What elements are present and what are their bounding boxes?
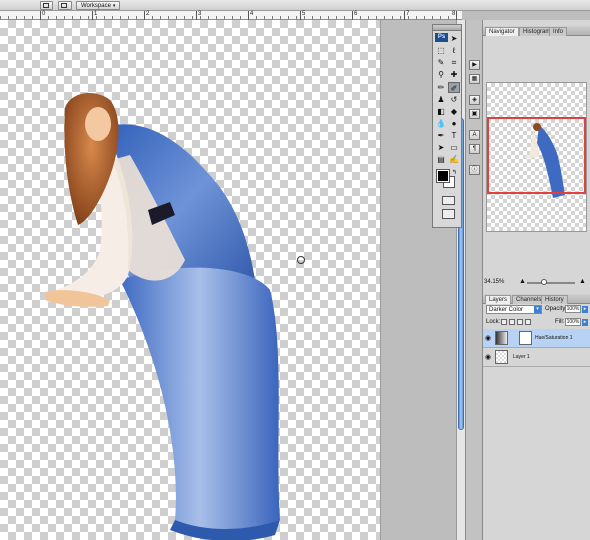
mode-button[interactable] — [58, 1, 72, 10]
brush-tool-icon[interactable]: ✐ — [448, 82, 460, 93]
tab-layers[interactable]: Layers — [485, 295, 512, 304]
foreground-color-swatch[interactable] — [436, 169, 450, 183]
layers-tab-row: Layers Channels History — [483, 294, 590, 304]
hand-tool-icon[interactable] — [435, 158, 447, 169]
ruler-number: 0 — [42, 11, 46, 17]
zoom-level[interactable]: 34.15% — [484, 279, 504, 285]
zoom-in-icon[interactable]: ▲ — [579, 278, 586, 285]
visibility-eye-icon[interactable]: ◉ — [485, 353, 491, 361]
lock-all-icon[interactable] — [525, 319, 531, 325]
ruler-number: 6 — [354, 11, 358, 17]
layer-mask-thumbnail[interactable] — [519, 331, 532, 345]
zoom-out-icon[interactable]: ▲ — [519, 278, 526, 285]
histogram-icon[interactable]: ▦ — [469, 74, 480, 84]
layer-row-layer-1[interactable]: ◉ Layer 1 — [483, 348, 590, 367]
chevron-down-icon: ▾ — [534, 306, 541, 313]
healing-brush-tool-icon[interactable]: ✚ — [448, 69, 460, 80]
opacity-arrow-icon[interactable]: ▸ — [582, 306, 588, 313]
blend-mode-select[interactable]: Darker Color ▾ — [486, 305, 542, 314]
right-panels: Navigator Histogram Info 34.15% ▲ ▲ Laye… — [483, 20, 590, 540]
brush-cursor — [297, 256, 305, 264]
zoom-slider[interactable] — [527, 279, 575, 285]
pencil-tool-icon[interactable]: ✏ — [435, 82, 447, 93]
opacity-field[interactable]: 100% — [565, 305, 581, 313]
navigator-zoom-row: 34.15% ▲ ▲ — [483, 278, 590, 288]
visibility-eye-icon[interactable]: ◉ — [485, 334, 491, 342]
shape-tool-icon[interactable]: ▭ — [448, 142, 460, 153]
pen-tool-icon[interactable]: ✒ — [435, 130, 447, 141]
options-bar: Workspace ▾ — [0, 0, 590, 11]
chevron-down-icon: ▾ — [112, 3, 116, 9]
move-tool-icon[interactable]: ➤ — [448, 33, 460, 44]
workspace-menu[interactable]: Workspace ▾ — [76, 1, 121, 10]
lock-position-icon[interactable] — [517, 319, 523, 325]
tab-navigator[interactable]: Navigator — [485, 27, 519, 36]
path-selection-tool-icon[interactable]: ➤ — [435, 142, 447, 153]
adjustments-icon[interactable]: ▣ — [469, 109, 480, 119]
tab-history[interactable]: History — [541, 295, 568, 304]
crop-tool-icon[interactable]: ⌗ — [448, 57, 460, 68]
ruler-number: 5 — [302, 11, 306, 17]
navigator-preview[interactable] — [486, 82, 587, 232]
type-tool-icon[interactable]: T — [448, 130, 460, 141]
fill-field[interactable]: 100% — [565, 318, 581, 326]
lasso-tool-icon[interactable]: ℓ — [448, 45, 460, 56]
ruler-number: 2 — [146, 11, 150, 17]
zoom-slider-knob[interactable] — [541, 279, 547, 285]
layer-name: Hue/Saturation 1 — [535, 335, 573, 341]
paragraph-icon[interactable]: ¶ — [469, 144, 480, 154]
eraser-tool-icon[interactable]: ◧ — [435, 106, 447, 117]
quick-mask-button[interactable] — [442, 196, 455, 205]
blend-mode-value: Darker Color — [489, 307, 524, 313]
history-brush-tool-icon[interactable]: ↺ — [448, 94, 460, 105]
tab-info[interactable]: Info — [549, 27, 568, 36]
swatches-icon[interactable]: ◈ — [469, 95, 480, 105]
tools-panel: Ps ➤ ⬚ ℓ ✎ ⌗ ⚲ ✚ ✐ ✏ ♟ ↺ ◧ ◆ 💧 ● ✒ T ➤ ▭… — [432, 24, 462, 228]
layer-name: Layer 1 — [513, 354, 530, 360]
ruler-number: 1 — [94, 11, 98, 17]
photoshop-window: Workspace ▾ 0 1 2 3 4 5 6 7 8 Ps ➤ ⬚ ℓ ✎… — [0, 0, 590, 540]
marquee-tool-icon[interactable]: ⬚ — [435, 45, 447, 56]
ruler-number: 4 — [250, 11, 254, 17]
adjustment-thumbnail — [495, 331, 508, 345]
zoom-tool-icon[interactable] — [448, 158, 460, 169]
lock-pixels-icon[interactable] — [509, 319, 515, 325]
info-icon[interactable]: ⓘ — [469, 165, 480, 175]
dodge-tool-icon[interactable]: ● — [448, 118, 460, 129]
paint-bucket-tool-icon[interactable]: ◆ — [448, 106, 460, 117]
tool-preset-button[interactable] — [40, 1, 53, 10]
navigator-view-box[interactable] — [487, 117, 586, 194]
lock-label: Lock: — [486, 319, 501, 325]
collapsed-panel-dock: ▶ ▦ ◈ ▣ A ¶ ⓘ — [465, 20, 483, 540]
navigator-tab-row: Navigator Histogram Info — [483, 26, 590, 36]
workspace-label: Workspace — [81, 3, 111, 9]
quick-select-tool-icon[interactable]: ✎ — [435, 57, 447, 68]
ruler-number: 7 — [406, 11, 410, 17]
layer-row-hue-saturation[interactable]: ◉ Hue/Saturation 1 — [483, 329, 590, 348]
character-icon[interactable]: A — [469, 130, 480, 140]
photoshop-logo: Ps — [435, 33, 448, 42]
layer-thumbnail — [495, 350, 508, 364]
ruler-number: 8 — [452, 11, 456, 17]
horizontal-ruler: 0 1 2 3 4 5 6 7 8 — [0, 11, 462, 20]
blur-tool-icon[interactable]: 💧 — [435, 118, 447, 129]
eyedropper-tool-icon[interactable]: ⚲ — [435, 69, 447, 80]
tools-panel-header[interactable] — [433, 25, 461, 31]
woman-in-blue-gown-image — [45, 93, 280, 540]
fill-label: Fill: — [555, 319, 565, 325]
document-canvas[interactable] — [0, 20, 380, 540]
swap-colors-icon[interactable]: ↰ — [452, 169, 457, 176]
fill-arrow-icon[interactable]: ▸ — [582, 319, 588, 326]
play-actions-icon[interactable]: ▶ — [469, 60, 480, 70]
ruler-number: 3 — [198, 11, 202, 17]
opacity-label: Opacity: — [545, 306, 568, 312]
screen-mode-button[interactable] — [442, 209, 455, 219]
clone-stamp-tool-icon[interactable]: ♟ — [435, 94, 447, 105]
lock-transparent-icon[interactable] — [501, 319, 507, 325]
